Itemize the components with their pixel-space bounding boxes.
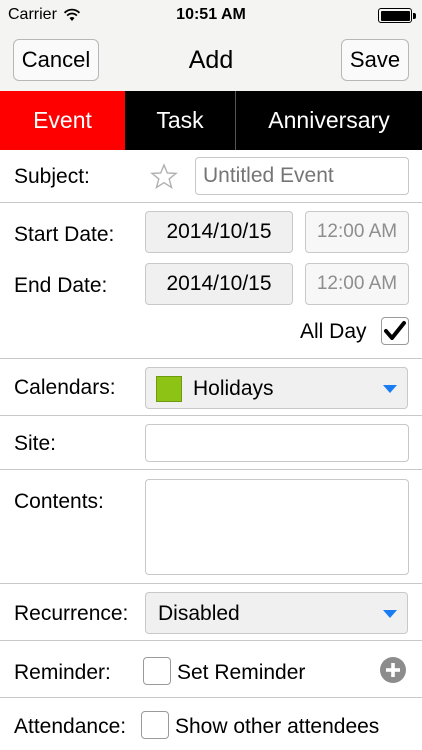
battery-nub: [413, 13, 416, 19]
recurrence-select-value: Disabled: [158, 602, 240, 625]
all-day-checkbox[interactable]: [381, 317, 409, 345]
checkmark-icon: [384, 321, 406, 340]
subject-label: Subject:: [14, 165, 90, 188]
calendars-row: Calendars: Holidays: [0, 359, 422, 416]
end-date-button[interactable]: 2014/10/15: [145, 263, 293, 305]
status-time: 10:51 AM: [176, 6, 246, 23]
plus-circle-icon[interactable]: [379, 656, 407, 684]
site-row: Site:: [0, 416, 422, 470]
calendar-color-swatch: [156, 376, 182, 402]
subject-row: Subject:: [0, 150, 422, 203]
battery-icon: [378, 8, 416, 23]
navigation-bar: Cancel Add Save: [0, 30, 422, 91]
dates-section: Start Date: 2014/10/15 12:00 AM End Date…: [0, 203, 422, 359]
end-time-button[interactable]: 12:00 AM: [305, 263, 409, 305]
contents-textarea[interactable]: [145, 479, 409, 575]
start-time-button[interactable]: 12:00 AM: [305, 211, 409, 253]
tab-task[interactable]: Task: [125, 91, 236, 150]
calendars-label: Calendars:: [14, 376, 116, 399]
reminder-checkbox[interactable]: [143, 657, 171, 685]
save-button[interactable]: Save: [341, 39, 409, 81]
star-outline-icon[interactable]: [150, 163, 178, 190]
subject-input[interactable]: [195, 157, 409, 195]
attendance-checkbox-label: Show other attendees: [175, 715, 380, 738]
status-bar: Carrier 10:51 AM: [0, 0, 422, 30]
start-date-label: Start Date:: [14, 223, 115, 246]
attendance-checkbox[interactable]: [141, 711, 169, 739]
end-date-label: End Date:: [14, 274, 108, 297]
recurrence-select[interactable]: Disabled: [145, 592, 408, 634]
type-segmented-control: Event Task Anniversary: [0, 91, 422, 150]
tab-event[interactable]: Event: [0, 91, 125, 150]
chevron-down-icon: [383, 610, 397, 618]
all-day-label: All Day: [300, 320, 367, 343]
site-input[interactable]: [145, 424, 409, 462]
recurrence-label: Recurrence:: [14, 602, 129, 625]
attendance-label: Attendance:: [14, 715, 127, 738]
recurrence-row: Recurrence: Disabled: [0, 584, 422, 641]
tab-anniversary[interactable]: Anniversary: [236, 91, 422, 150]
reminder-checkbox-label: Set Reminder: [177, 661, 306, 684]
start-date-button[interactable]: 2014/10/15: [145, 211, 293, 253]
reminder-row: Reminder: Set Reminder: [0, 641, 422, 698]
attendance-row: Attendance: Show other attendees: [0, 698, 422, 750]
site-label: Site:: [14, 432, 57, 455]
battery-fill: [380, 10, 410, 21]
reminder-label: Reminder:: [14, 661, 111, 684]
contents-row: Contents:: [0, 470, 422, 584]
chevron-down-icon: [383, 385, 397, 393]
calendar-select[interactable]: Holidays: [145, 367, 408, 409]
contents-label: Contents:: [14, 490, 104, 513]
calendar-select-value: Holidays: [193, 377, 274, 400]
